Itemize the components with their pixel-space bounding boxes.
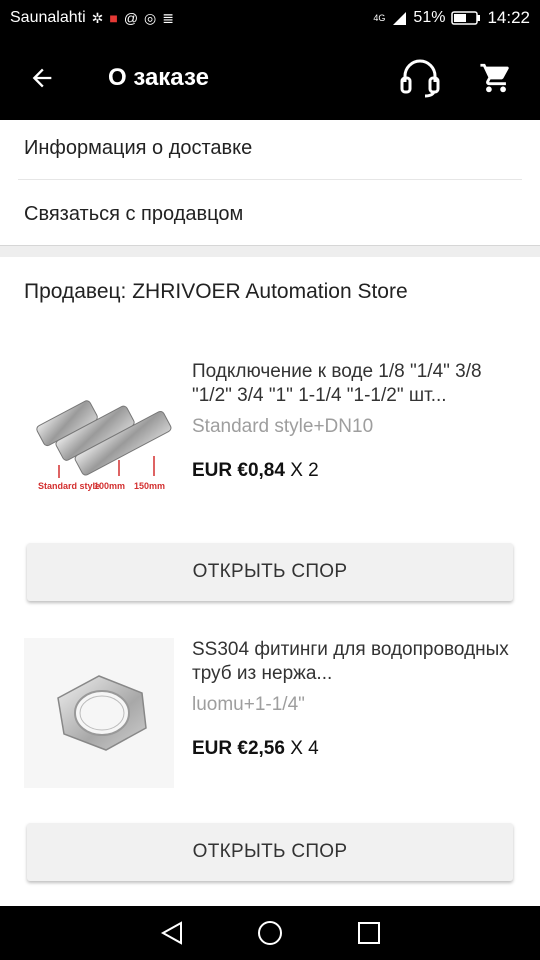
contact-seller-item[interactable]: Связаться с продавцом bbox=[0, 183, 540, 245]
product-variant-2: luomu+1-1/4" bbox=[192, 694, 305, 715]
carrier-name: Saunalahti bbox=[10, 9, 86, 26]
whatsapp-icon: ◎ bbox=[144, 10, 157, 26]
price-value-2: EUR €2,56 bbox=[192, 738, 285, 759]
support-button[interactable] bbox=[396, 54, 444, 102]
quantity-1: X 2 bbox=[284, 460, 319, 481]
product-title-1[interactable]: Подключение к воде 1/8 "1/4" 3/8 "1/2" 3… bbox=[192, 360, 520, 408]
order-product-2[interactable]: SS304 фитинги для водопроводных труб из … bbox=[0, 638, 540, 788]
open-dispute-button-1[interactable]: ОТКРЫТЬ СПОР bbox=[27, 543, 513, 601]
system-nav-bar bbox=[0, 906, 540, 960]
product-title-2[interactable]: SS304 фитинги для водопроводных труб из … bbox=[192, 638, 520, 686]
nav-home-button[interactable] bbox=[243, 906, 297, 960]
pipe-nipples-image: Standard style 100mm 150mm bbox=[24, 360, 174, 510]
image-label-150mm: 150mm bbox=[134, 481, 165, 491]
product-variant-1: Standard style+DN10 bbox=[192, 416, 374, 437]
nav-recents-icon bbox=[357, 922, 380, 944]
product-image-1[interactable]: Standard style 100mm 150mm bbox=[24, 360, 174, 510]
app-bar: О заказе bbox=[0, 36, 540, 120]
product-image-2[interactable] bbox=[24, 638, 174, 788]
status-left: Saunalahti ✲ ■ @ ◎ ≣ bbox=[10, 9, 174, 27]
cart-icon bbox=[480, 63, 509, 93]
divider bbox=[18, 179, 522, 180]
order-product-1[interactable]: Standard style 100mm 150mm Подключение к… bbox=[0, 360, 540, 510]
bug-icon: ✲ bbox=[91, 10, 104, 26]
delivery-info-label: Информация о доставке bbox=[24, 136, 253, 159]
nav-back-button[interactable] bbox=[145, 906, 199, 960]
hex-nut-image bbox=[24, 638, 174, 788]
image-label-100mm: 100mm bbox=[94, 481, 125, 491]
status-bar: Saunalahti ✲ ■ @ ◎ ≣ 4G 51% 14:22 bbox=[0, 0, 540, 36]
nav-recents-button[interactable] bbox=[342, 906, 396, 960]
storage-icon: ≣ bbox=[162, 10, 174, 26]
nav-back-icon bbox=[160, 921, 182, 945]
product-price-1: EUR €0,84 X 2 bbox=[192, 460, 319, 482]
delivery-info-item[interactable]: Информация о доставке bbox=[0, 117, 540, 179]
contact-seller-label: Связаться с продавцом bbox=[24, 202, 244, 225]
quantity-2: X 4 bbox=[284, 738, 319, 759]
support-headset-icon bbox=[400, 59, 440, 98]
back-button[interactable] bbox=[0, 36, 84, 120]
cart-button[interactable] bbox=[472, 54, 520, 102]
signal-icon bbox=[393, 12, 407, 25]
status-right: 4G 51% 14:22 bbox=[373, 8, 530, 28]
network-type: 4G bbox=[373, 13, 386, 23]
at-icon: @ bbox=[123, 10, 139, 26]
seller-name[interactable]: Продавец: ZHRIVOER Automation Store bbox=[24, 280, 408, 304]
image-label-style: Standard style bbox=[38, 481, 100, 491]
page-title: О заказе bbox=[108, 64, 209, 91]
product-price-2: EUR €2,56 X 4 bbox=[192, 738, 319, 760]
battery-percent: 51% bbox=[413, 9, 446, 26]
open-dispute-button-2[interactable]: ОТКРЫТЬ СПОР bbox=[27, 823, 513, 881]
battery-icon bbox=[451, 11, 481, 25]
app-actions bbox=[396, 54, 540, 102]
clock: 14:22 bbox=[487, 8, 530, 27]
nav-home-icon bbox=[258, 921, 282, 945]
section-divider bbox=[0, 245, 540, 257]
price-value-1: EUR €0,84 bbox=[192, 460, 285, 481]
back-arrow-icon bbox=[32, 68, 52, 88]
mail-icon: ■ bbox=[109, 10, 118, 26]
